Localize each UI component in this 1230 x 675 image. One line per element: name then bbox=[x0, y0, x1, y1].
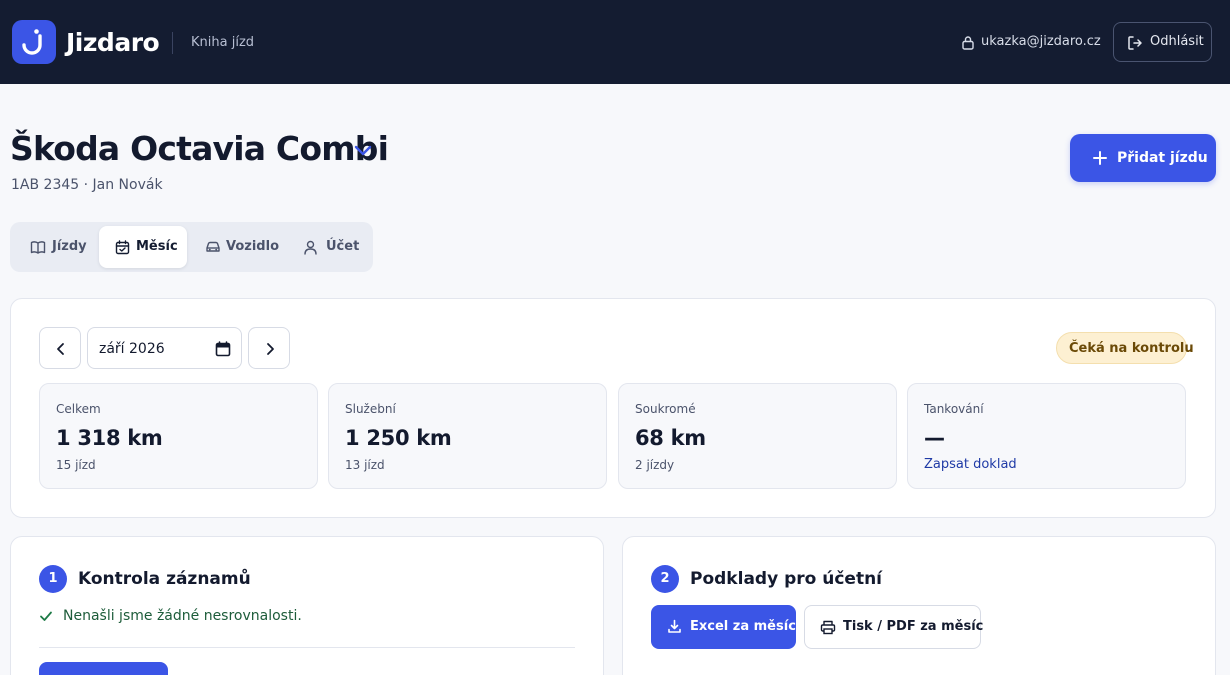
review-divider bbox=[39, 647, 575, 648]
accounting-title: Podklady pro účetní bbox=[690, 569, 882, 589]
stat-fuel-value: — bbox=[924, 426, 945, 450]
stat-fuel-label: Tankování bbox=[924, 402, 984, 416]
stat-private-value: 68 km bbox=[635, 426, 706, 450]
lock-icon bbox=[962, 36, 974, 50]
logo-icon[interactable] bbox=[12, 20, 56, 64]
tab-trips[interactable]: Jízdy bbox=[14, 226, 97, 268]
previous-month-button[interactable] bbox=[39, 327, 81, 369]
tab-month-label: Měsíc bbox=[136, 239, 178, 254]
vehicle-title[interactable]: Škoda Octavia Combi bbox=[10, 126, 389, 172]
month-picker-input[interactable]: září 2026 bbox=[87, 327, 242, 369]
status-badge: Čeká na kontrolu bbox=[1056, 332, 1194, 364]
logout-icon bbox=[1128, 36, 1142, 50]
chevron-down-icon[interactable] bbox=[352, 141, 374, 159]
tab-month[interactable]: Měsíc bbox=[99, 226, 187, 268]
logout-button[interactable]: Odhlásit bbox=[1113, 22, 1212, 62]
logout-label: Odhlásit bbox=[1150, 34, 1204, 49]
plus-icon bbox=[1093, 151, 1107, 165]
add-trip-label: Přidat jízdu bbox=[1117, 150, 1208, 166]
month-picker-value: září 2026 bbox=[99, 341, 165, 357]
stat-private-count: 2 jízdy bbox=[635, 458, 675, 472]
tab-account-label: Účet bbox=[326, 239, 360, 254]
user-icon bbox=[304, 240, 317, 255]
stat-total-value: 1 318 km bbox=[56, 426, 163, 450]
stat-business-label: Služební bbox=[345, 402, 396, 416]
review-message: Nenašli jsme žádné nesrovnalosti. bbox=[63, 608, 302, 624]
chevron-left-icon bbox=[57, 343, 64, 355]
stat-total-label: Celkem bbox=[56, 402, 101, 416]
add-trip-button[interactable]: Přidat jízdu bbox=[1070, 134, 1216, 182]
tab-account[interactable]: Účet bbox=[287, 226, 369, 268]
print-pdf-label: Tisk / PDF za měsíc bbox=[843, 619, 984, 634]
add-receipt-link[interactable]: Zapsat doklad bbox=[924, 457, 1017, 473]
calendar-check-icon bbox=[115, 240, 130, 255]
chevron-right-icon bbox=[267, 343, 274, 355]
check-icon bbox=[40, 611, 52, 621]
stat-total-count: 15 jízd bbox=[56, 458, 96, 472]
review-action-button[interactable] bbox=[39, 662, 168, 675]
tab-trips-label: Jízdy bbox=[52, 239, 87, 254]
vehicle-subtitle: 1AB 2345 · Jan Novák bbox=[11, 177, 163, 193]
user-email: ukazka@jizdaro.cz bbox=[981, 34, 1101, 49]
top-bar: Jizdaro Kniha jízd ukazka@jizdaro.cz Odh… bbox=[0, 0, 1230, 84]
stat-private-label: Soukromé bbox=[635, 402, 696, 416]
calendar-icon[interactable] bbox=[215, 341, 231, 357]
header-divider bbox=[172, 32, 173, 54]
status-badge-label: Čeká na kontrolu bbox=[1069, 341, 1194, 356]
next-month-button[interactable] bbox=[248, 327, 290, 369]
stat-business-count: 13 jízd bbox=[345, 458, 385, 472]
accounting-step-number: 2 bbox=[651, 565, 679, 593]
stat-business: Služební 1 250 km 13 jízd bbox=[328, 383, 607, 489]
stat-fuel: Tankování — Zapsat doklad bbox=[907, 383, 1186, 489]
print-pdf-button[interactable]: Tisk / PDF za měsíc bbox=[804, 605, 984, 649]
excel-export-button[interactable]: Excel za měsíc bbox=[651, 605, 796, 649]
tab-bar: Jízdy Měsíc Vozidlo Účet bbox=[10, 222, 373, 272]
excel-export-label: Excel za měsíc bbox=[690, 619, 796, 634]
stat-business-value: 1 250 km bbox=[345, 426, 452, 450]
stat-private: Soukromé 68 km 2 jízdy bbox=[618, 383, 897, 489]
car-icon bbox=[206, 241, 220, 252]
review-card bbox=[10, 536, 604, 675]
download-icon bbox=[668, 619, 681, 633]
book-icon bbox=[30, 241, 46, 254]
tab-vehicle[interactable]: Vozidlo bbox=[189, 226, 285, 268]
brand-name[interactable]: Jizdaro bbox=[66, 26, 160, 60]
brand-subtitle: Kniha jízd bbox=[191, 35, 255, 50]
review-title: Kontrola záznamů bbox=[78, 569, 251, 589]
printer-icon bbox=[820, 620, 836, 635]
review-step-number: 1 bbox=[39, 565, 67, 593]
stat-total: Celkem 1 318 km 15 jízd bbox=[39, 383, 318, 489]
tab-vehicle-label: Vozidlo bbox=[226, 239, 279, 254]
